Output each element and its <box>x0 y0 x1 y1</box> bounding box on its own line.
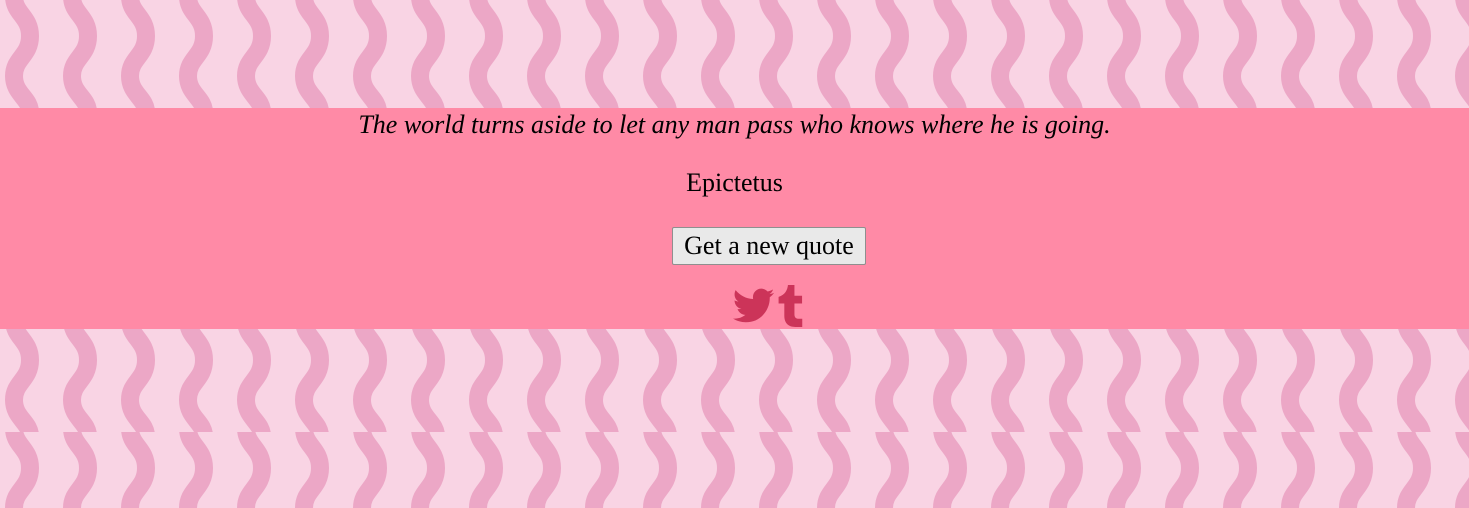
tumblr-share-icon[interactable] <box>777 285 805 332</box>
quote-text: The world turns aside to let any man pas… <box>358 110 1111 139</box>
new-quote-button[interactable]: Get a new quote <box>672 227 866 265</box>
twitter-share-icon[interactable] <box>732 288 775 329</box>
share-icons <box>732 285 805 332</box>
quote-box: The world turns aside to let any man pas… <box>0 108 1469 329</box>
quote-author: Epictetus <box>686 168 783 197</box>
